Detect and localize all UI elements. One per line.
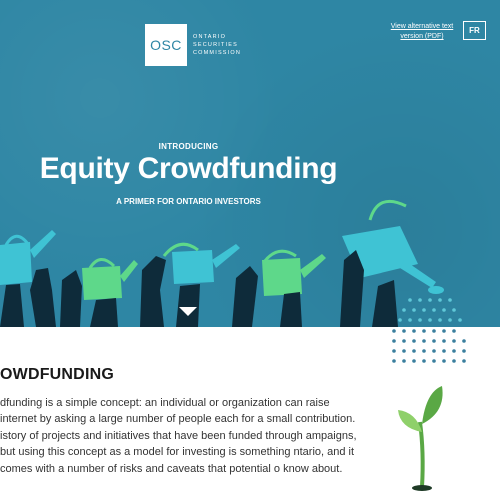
section-heading: OWDFUNDING [0,366,114,383]
logo-word-1: ONTARIO [193,34,227,40]
watering-cans-illustration [0,199,462,327]
hero-title: Equity Crowdfunding [39,152,338,185]
osc-logo[interactable]: OSC ONTARIO SECURITIES COMMISSION [145,24,241,66]
section-paragraph: dfunding is a simple concept: an individ… [0,397,357,475]
logo-word-2: SECURITIES [193,42,239,48]
hero-banner: OSC ONTARIO SECURITIES COMMISSION View a… [0,0,500,327]
logo-word-3: COMMISSION [193,50,242,56]
hero-intro: INTRODUCING [158,142,219,151]
water-drops [398,298,462,322]
water-drops-lower [392,329,466,363]
french-language-button[interactable]: FR [463,21,486,40]
watering-can-icon [162,242,240,284]
sprout-icon [398,386,443,491]
alternative-text-link[interactable]: View alternative text version (PDF) [390,22,454,42]
scroll-down-icon[interactable] [179,307,197,316]
watering-can-icon [262,249,326,296]
logo-wordmark: ONTARIO SECURITIES COMMISSION [193,33,241,57]
logo-abbreviation: OSC [145,24,187,66]
watering-can-icon [82,258,138,300]
